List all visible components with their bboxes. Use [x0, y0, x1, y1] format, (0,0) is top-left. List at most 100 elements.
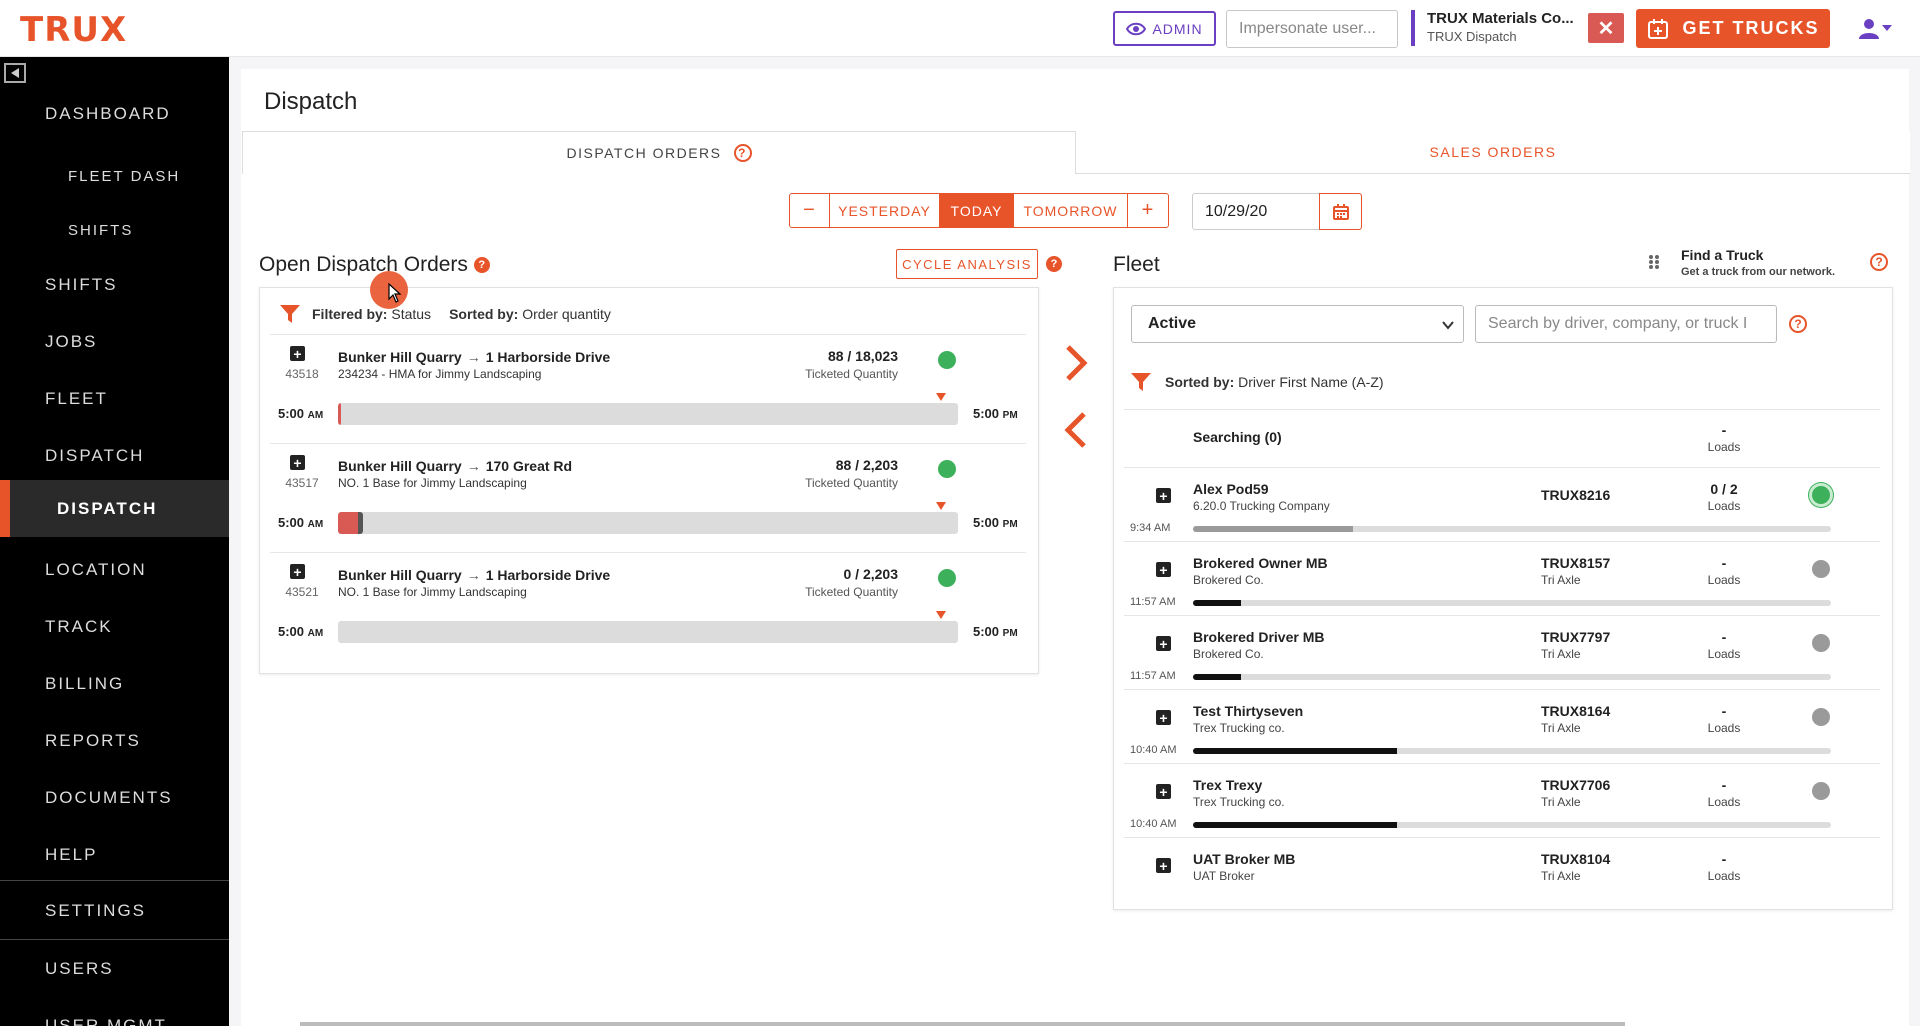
sidebar-item-dispatch[interactable]: DISPATCH	[0, 427, 229, 484]
previous-day-button[interactable]: −	[790, 194, 830, 227]
dispatch-order-card[interactable]: + 43518 Bunker Hill Quarry → 1 Harborside …	[270, 334, 1026, 442]
fleet-panel: Active ? Sorted by: Driver First Name (A…	[1113, 287, 1893, 910]
cycle-analysis-button[interactable]: CYCLE ANALYSIS	[896, 249, 1038, 279]
drag-handle-icon[interactable]	[1648, 254, 1660, 270]
company-switcher[interactable]: TRUX Materials Co... TRUX Dispatch	[1411, 10, 1574, 46]
truck-status-indicator	[1812, 634, 1830, 652]
today-button[interactable]: TODAY	[940, 194, 1014, 227]
fleet-sort-row[interactable]: Sorted by: Driver First Name (A-Z)	[1131, 372, 1384, 392]
expand-icon[interactable]: +	[290, 564, 305, 579]
impersonate-input[interactable]	[1226, 10, 1398, 48]
driver-company: 6.20.0 Trucking Company	[1193, 499, 1330, 513]
date-picker-button[interactable]	[1319, 193, 1362, 230]
get-trucks-button[interactable]: GET TRUCKS	[1636, 9, 1830, 48]
expand-icon[interactable]: +	[1156, 710, 1171, 725]
filter-icon	[1131, 373, 1151, 391]
help-icon[interactable]: ?	[733, 144, 752, 162]
sidebar-item-dashboard[interactable]: DASHBOARD	[0, 79, 229, 149]
expand-icon[interactable]: +	[1156, 562, 1171, 577]
sidebar-item-users[interactable]: USERS	[0, 940, 229, 998]
truck-time: 10:40 AM	[1130, 744, 1177, 756]
expand-icon[interactable]: +	[290, 455, 305, 470]
truck-row[interactable]: + 10:40 AM Test Thirtyseven Trex Truckin…	[1124, 689, 1880, 763]
help-icon[interactable]: ?	[1046, 256, 1062, 272]
date-navigator: − YESTERDAY TODAY TOMORROW +	[789, 193, 1169, 228]
truck-row[interactable]: + 10:40 AM Trex Trexy Trex Trucking co. …	[1124, 763, 1880, 837]
sidebar-item-label: USER MGMT	[45, 1016, 167, 1026]
truck-row[interactable]: + 11:57 AM Brokered Owner MB Brokered Co…	[1124, 541, 1880, 615]
order-progress-bar[interactable]	[338, 621, 958, 643]
start-time-value: 5:00	[278, 624, 305, 639]
sidebar-item-help[interactable]: HELP	[0, 826, 229, 883]
truck-row[interactable]: + 9:34 AM Alex Pod59 6.20.0 Trucking Com…	[1124, 467, 1880, 541]
sidebar-item-shifts[interactable]: SHIFTS	[0, 256, 229, 313]
trux-logo[interactable]: TRUX	[20, 10, 127, 50]
tab-label: DISPATCH ORDERS	[566, 145, 722, 161]
sidebar-item-label: SHIFTS	[68, 221, 134, 239]
order-route[interactable]: Bunker Hill Quarry → 1 Harborside Drive	[338, 567, 610, 583]
sidebar-item-settings[interactable]: SETTINGS	[0, 882, 229, 940]
sidebar-item-track[interactable]: TRACK	[0, 598, 229, 655]
sidebar-item-user-mgmt[interactable]: USER MGMT	[0, 997, 229, 1026]
next-day-button[interactable]: +	[1128, 194, 1168, 227]
help-icon[interactable]: ?	[1789, 315, 1807, 333]
end-time-value: 5:00	[973, 624, 1000, 639]
sidebar-item-documents[interactable]: DOCUMENTS	[0, 769, 229, 826]
truck-id: TRUX8104	[1541, 851, 1611, 867]
expand-icon[interactable]: +	[1156, 636, 1171, 651]
sidebar-item-label: HELP	[45, 844, 98, 864]
sidebar-divider	[0, 880, 229, 881]
truck-row[interactable]: + UAT Broker MB UAT Broker TRUX8104 Tri …	[1124, 837, 1880, 911]
sidebar-item-fleet[interactable]: FLEET	[0, 370, 229, 427]
dispatch-order-card[interactable]: + 43517 Bunker Hill Quarry → 170 Great Rd …	[270, 443, 1026, 551]
expand-icon[interactable]: +	[1156, 784, 1171, 799]
order-progress-bar[interactable]	[338, 512, 958, 534]
sidebar-item-label: TRACK	[45, 616, 113, 636]
searching-row[interactable]: Searching (0) - Loads	[1124, 409, 1880, 467]
expand-icon[interactable]: +	[290, 346, 305, 361]
sidebar-item-label: JOBS	[45, 331, 98, 351]
chevron-left-icon[interactable]	[1062, 410, 1092, 450]
sidebar-item-shifts-sub[interactable]: SHIFTS	[0, 204, 229, 256]
sidebar-item-label: LOCATION	[45, 559, 147, 579]
tab-dispatch-orders[interactable]: DISPATCH ORDERS ?	[242, 131, 1076, 174]
sidebar-item-reports[interactable]: REPORTS	[0, 712, 229, 769]
sidebar-item-dispatch-active[interactable]: DISPATCH	[0, 480, 229, 537]
close-company-button[interactable]: ✕	[1588, 13, 1624, 43]
truck-row[interactable]: + 11:57 AM Brokered Driver MB Brokered C…	[1124, 615, 1880, 689]
chevron-right-icon[interactable]	[1062, 343, 1092, 383]
find-a-truck-link[interactable]: Find a Truck Get a truck from our networ…	[1681, 247, 1835, 278]
expand-icon[interactable]: +	[1156, 858, 1171, 873]
help-icon[interactable]: ?	[1870, 253, 1888, 271]
tab-sales-orders[interactable]: SALES ORDERS	[1076, 131, 1910, 174]
sidebar-item-label: DOCUMENTS	[45, 787, 173, 807]
sidebar-item-jobs[interactable]: JOBS	[0, 313, 229, 370]
start-time-ampm: AM	[307, 519, 324, 530]
quantity-label: Ticketed Quantity	[805, 367, 898, 381]
company-sub: TRUX Dispatch	[1427, 29, 1517, 44]
sidebar-item-fleet-dash[interactable]: FLEET DASH	[0, 149, 229, 204]
order-route[interactable]: Bunker Hill Quarry → 1 Harborside Drive	[338, 349, 610, 365]
expand-icon[interactable]: +	[1156, 488, 1171, 503]
driver-name: Brokered Driver MB	[1193, 629, 1325, 645]
end-time-ampm: PM	[1002, 628, 1018, 639]
orders-filter-row[interactable]: Filtered by: Status Sorted by: Order qua…	[280, 302, 611, 326]
truck-time: 9:34 AM	[1130, 522, 1171, 534]
driver-name: Trex Trexy	[1193, 777, 1263, 793]
tomorrow-button[interactable]: TOMORROW	[1014, 194, 1128, 227]
help-icon[interactable]: ?	[473, 257, 490, 274]
yesterday-button[interactable]: YESTERDAY	[830, 194, 940, 227]
admin-button[interactable]: ADMIN	[1113, 11, 1216, 46]
sidebar-item-billing[interactable]: BILLING	[0, 655, 229, 712]
end-time-ampm: PM	[1002, 410, 1018, 421]
sidebar-item-location[interactable]: LOCATION	[0, 541, 229, 598]
user-menu[interactable]	[1858, 14, 1898, 42]
order-route[interactable]: Bunker Hill Quarry → 170 Great Rd	[338, 458, 572, 474]
truck-id: TRUX8216	[1541, 487, 1611, 503]
truck-loads: -	[1721, 703, 1727, 719]
fleet-status-select[interactable]: Active	[1131, 305, 1464, 343]
fleet-search-input[interactable]	[1475, 305, 1777, 343]
find-truck-title: Find a Truck	[1681, 247, 1764, 263]
order-progress-bar[interactable]	[338, 403, 958, 425]
dispatch-order-card[interactable]: + 43521 Bunker Hill Quarry → 1 Harborside …	[270, 552, 1026, 660]
